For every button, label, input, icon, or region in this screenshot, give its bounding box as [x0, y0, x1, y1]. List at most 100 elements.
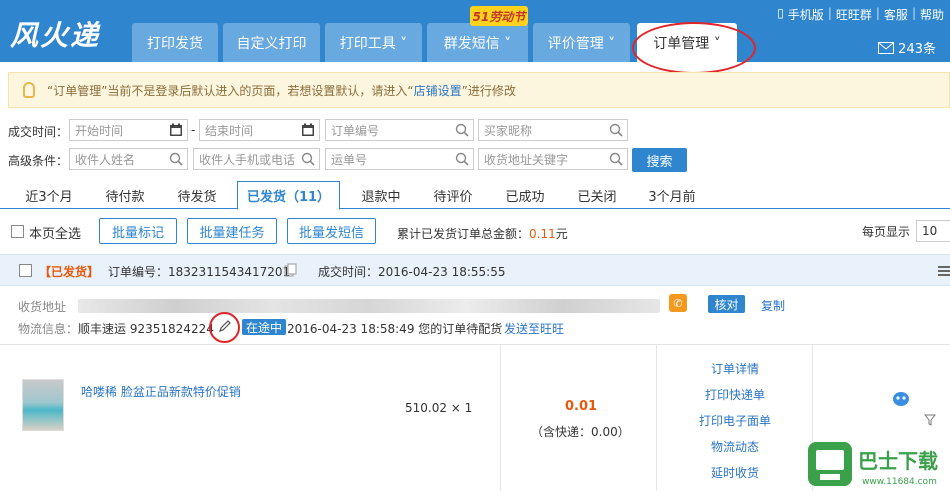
app-logo[interactable]: 风火递 — [10, 14, 100, 54]
nav-tab-print-ship[interactable]: 打印发货 — [132, 23, 218, 62]
menu-icon[interactable] — [938, 266, 950, 276]
logistics-label: 物流信息： — [18, 322, 79, 336]
filter-icon[interactable] — [924, 414, 936, 426]
nav-tab-group-sms[interactable]: 群发短信 ˅ — [427, 23, 528, 62]
tab-succeeded[interactable]: 已成功 — [490, 181, 560, 209]
row-divider — [0, 344, 950, 345]
phone-call-icon[interactable]: ✆ — [669, 294, 687, 312]
action-logistics-status[interactable]: 物流动态 — [711, 438, 759, 455]
address-keyword-input[interactable]: 收货地址关键字 — [478, 148, 628, 170]
link-service[interactable]: 客服 — [884, 6, 908, 23]
order-number-input[interactable]: 订单编号 — [325, 119, 474, 141]
date-range-dash: - — [191, 123, 196, 137]
tracking-number: 92351824224 — [129, 322, 214, 336]
send-to-wangwang-link[interactable]: 发送至旺旺 — [504, 320, 564, 337]
per-page-label: 每页显示 — [862, 225, 911, 239]
batch-sms-button[interactable]: 批量发短信 — [287, 218, 376, 244]
advanced-label: 高级条件： — [8, 154, 69, 168]
batch-task-button[interactable]: 批量建任务 — [187, 218, 277, 244]
blurred-address — [78, 299, 660, 313]
link-mobile[interactable]: 手机版 — [788, 6, 824, 23]
order-number-value: 1832311543417201 — [168, 265, 291, 279]
select-all-checkbox[interactable] — [11, 225, 24, 238]
tab-shipped[interactable]: 已发货（11） — [237, 181, 340, 210]
wangwang-chat-icon[interactable] — [892, 391, 910, 407]
nav-tab-review-manage[interactable]: 评价管理 ˅ — [533, 23, 630, 62]
tab-last-3-months[interactable]: 近3个月 — [14, 181, 84, 209]
search-icon — [609, 123, 623, 137]
batch-mark-button[interactable]: 批量标记 — [99, 218, 177, 244]
order-status-tabs: 近3个月 待付款 待发货 已发货（11） 退款中 待评价 已成功 已关闭 3个月… — [0, 181, 950, 210]
tab-3-months-ago[interactable]: 3个月前 — [636, 181, 708, 209]
tab-pending-review[interactable]: 待评价 — [418, 181, 488, 209]
message-counter[interactable]: 243条 — [878, 38, 936, 57]
nav-tab-custom-print[interactable]: 自定义打印 — [223, 23, 320, 62]
product-thumbnail[interactable] — [22, 379, 64, 431]
message-count: 243条 — [898, 42, 936, 57]
notice-text: “订单管理”当前不是登录后默认进入的页面，若想设置默认，请进入“ — [47, 83, 414, 98]
top-header: 风火递 打印发货 自定义打印 打印工具 ˅ 群发短信 ˅ 评价管理 ˅ 订单管理… — [0, 0, 950, 62]
total-amount: 累计已发货订单总金额：0.11元 — [397, 225, 568, 242]
search-button[interactable]: 搜索 — [632, 148, 687, 172]
watermark-logo: 巴士下载 www.11684.com — [808, 442, 938, 487]
order-status: 【已发货】 — [39, 265, 100, 279]
deal-time: 成交时间：2016-04-23 18:55:55 — [318, 263, 505, 280]
order-number: 订单编号：1832311543417201 — [108, 263, 290, 280]
verify-button[interactable]: 核对 — [708, 295, 745, 313]
shop-settings-link[interactable]: 店铺设置 — [414, 82, 462, 99]
edit-pencil-icon[interactable] — [218, 319, 232, 333]
tab-pending-payment[interactable]: 待付款 — [90, 181, 160, 209]
copy-address-link[interactable]: 复制 — [761, 297, 785, 314]
logistics-time: 2016-04-23 18:58:49 — [287, 322, 415, 336]
buyer-nick-input[interactable]: 买家昵称 — [478, 119, 628, 141]
search-icon — [301, 152, 315, 166]
divider: | — [911, 6, 916, 20]
deal-time-label: 成交时间： — [8, 125, 69, 139]
link-wangwang-group[interactable]: 旺旺群 — [836, 6, 872, 23]
nav-tab-print-tools[interactable]: 打印工具 ˅ — [325, 23, 422, 62]
calendar-icon[interactable] — [169, 123, 183, 137]
deal-time-label-row: 成交时间： — [318, 265, 379, 279]
shipping-note: （含快递：0.00） — [531, 425, 630, 439]
total-amount-unit: 元 — [555, 227, 568, 241]
link-help[interactable]: 帮助 — [920, 6, 944, 23]
lightbulb-icon — [23, 82, 35, 98]
nav-tab-order-manage[interactable]: 订单管理 ˅ — [637, 23, 737, 62]
select-all-label[interactable]: 本页全选 — [29, 223, 81, 242]
logistics-info: 物流信息：顺丰速运 92351824224 — [18, 320, 214, 337]
total-amount-value: 0.11 — [529, 227, 556, 241]
logistics-status: 您的订单待配货 — [418, 322, 503, 336]
column-divider — [500, 345, 501, 491]
search-icon — [455, 123, 469, 137]
phone-icon: ▯ — [777, 6, 784, 20]
search-icon — [455, 152, 469, 166]
product-title-link[interactable]: 哈喽稀 脸盆正品新款特价促销 — [81, 383, 241, 400]
action-order-detail[interactable]: 订单详情 — [711, 360, 759, 377]
svg-text:www.11684.com: www.11684.com — [862, 477, 937, 487]
total-amount-label: 累计已发货订单总金额： — [397, 227, 530, 241]
calendar-icon[interactable] — [301, 123, 315, 137]
carrier-name: 顺丰速运 — [78, 322, 127, 336]
action-print-express[interactable]: 打印快递单 — [705, 386, 765, 403]
notice-bar: “订单管理”当前不是登录后默认进入的页面，若想设置默认，请进入“ 店铺设置 ”进… — [8, 72, 950, 108]
end-time-input[interactable]: 结束时间 — [199, 119, 320, 141]
search-icon — [169, 152, 183, 166]
order-amount: 0.01 — [565, 399, 598, 414]
tab-closed[interactable]: 已关闭 — [562, 181, 632, 209]
tab-refunding[interactable]: 退款中 — [346, 181, 416, 209]
copy-icon[interactable] — [284, 263, 298, 277]
receiver-name-input[interactable]: 收件人姓名 — [69, 148, 188, 170]
labor-day-badge[interactable]: 51劳动节 — [470, 6, 528, 26]
order-checkbox[interactable] — [19, 264, 32, 277]
divider: | — [827, 6, 832, 20]
address-label: 收货地址 — [18, 300, 67, 314]
receiver-phone-input[interactable]: 收件人手机或电话 — [193, 148, 320, 170]
start-time-input[interactable]: 开始时间 — [69, 119, 188, 141]
order-header: 【已发货】 订单编号：1832311543417201 成交时间：2016-04… — [0, 254, 950, 286]
tab-pending-shipment[interactable]: 待发货 — [162, 181, 232, 209]
divider: | — [875, 6, 880, 20]
action-print-e-waybill[interactable]: 打印电子面单 — [699, 412, 771, 429]
action-extend-receipt[interactable]: 延时收货 — [711, 464, 759, 481]
waybill-input[interactable]: 运单号 — [325, 148, 474, 170]
per-page-select[interactable]: 10 — [916, 220, 950, 242]
